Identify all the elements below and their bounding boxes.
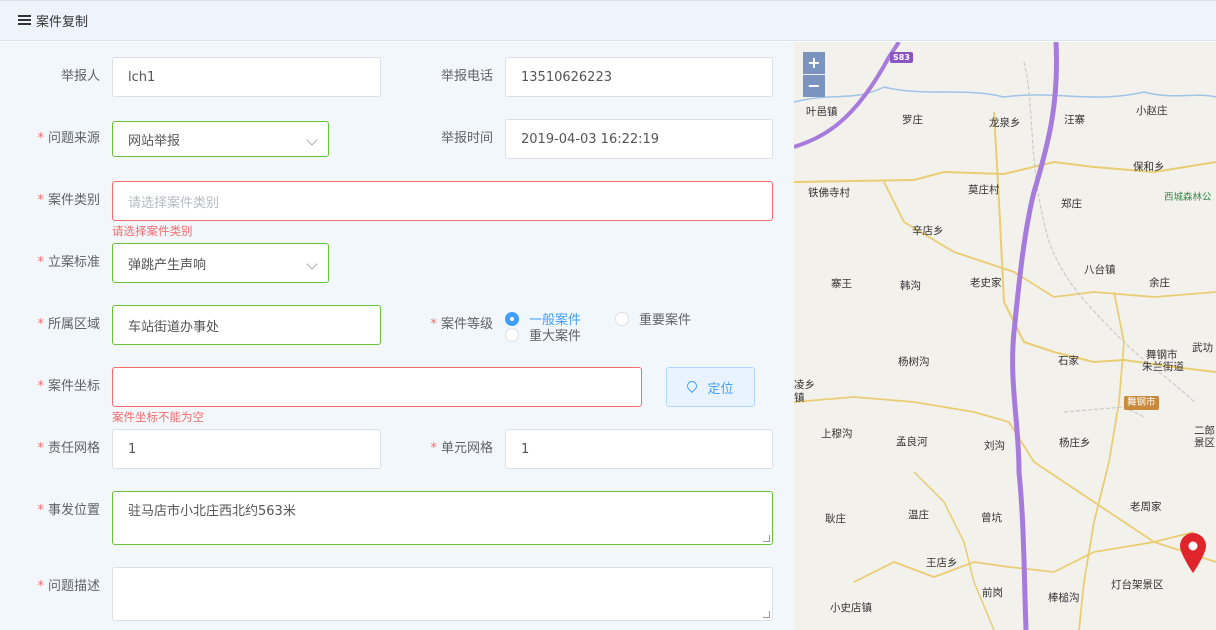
menu-icon[interactable] <box>18 15 31 26</box>
map-place: 老史家 <box>970 277 1002 289</box>
duty-grid-label: * 责任网格 <box>37 441 100 456</box>
map-place: 小赵庄 <box>1136 105 1168 117</box>
location-label: * 事发位置 <box>37 503 100 518</box>
zoom-in-button[interactable]: + <box>803 52 825 74</box>
location-marker-icon[interactable] <box>1178 532 1208 574</box>
map-place: 铁佛寺村 <box>808 187 850 199</box>
coords-error: 案件坐标不能为空 <box>112 410 204 424</box>
resize-handle[interactable] <box>763 535 770 542</box>
map-place: 小史店镇 <box>830 602 872 614</box>
map-place: 叶邑镇 <box>806 106 838 118</box>
map-place: 莫庄村 <box>968 184 1000 196</box>
area-input[interactable]: 车站街道办事处 <box>112 305 381 345</box>
chevron-down-icon <box>306 134 318 146</box>
level-label: * 案件等级 <box>430 317 493 332</box>
source-select[interactable]: 网站举报 <box>112 121 329 157</box>
page-header: 案件复制 <box>0 0 1216 41</box>
map-place: 景区 <box>1194 437 1215 449</box>
category-error: 请选择案件类别 <box>112 224 193 238</box>
map-place: 孟良河 <box>896 436 928 448</box>
map-place: 王店乡 <box>926 557 958 569</box>
map-place: 老周家 <box>1130 501 1162 513</box>
phone-input[interactable]: 13510626223 <box>505 57 773 97</box>
reporter-input[interactable]: lch1 <box>112 57 381 97</box>
coords-label: * 案件坐标 <box>37 379 100 394</box>
radio-dot <box>505 311 519 326</box>
map-place: 灯台架景区 <box>1111 579 1164 591</box>
page-title: 案件复制 <box>36 15 89 30</box>
unit-grid-label: * 单元网格 <box>430 441 493 456</box>
map-place: 八台镇 <box>1084 264 1116 276</box>
map-place: 朱兰街道 <box>1142 361 1184 373</box>
standard-select[interactable]: 弹跳产生声响 <box>112 243 329 283</box>
map-place: 汪寨 <box>1064 114 1085 126</box>
map-place: 镇 <box>794 392 805 404</box>
radio-dot <box>505 327 519 342</box>
category-label: * 案件类别 <box>37 193 100 208</box>
city-badge: 舞钢市 <box>1124 396 1159 410</box>
level-radio-important[interactable]: 重要案件 <box>615 309 691 328</box>
source-value: 网站举报 <box>128 133 181 149</box>
zoom-out-button[interactable]: − <box>803 75 825 97</box>
radio-dot <box>615 311 629 326</box>
map-place: 韩沟 <box>900 280 921 292</box>
map-place: 保和乡 <box>1133 161 1165 173</box>
phone-label: 举报电话 <box>440 69 493 84</box>
map-place: 上穆沟 <box>821 428 853 440</box>
map-place: 辛店乡 <box>912 225 944 237</box>
report-time-input[interactable]: 2019-04-03 16:22:19 <box>505 119 773 159</box>
map-place: 前岗 <box>982 587 1003 599</box>
location-pin-icon <box>685 378 700 394</box>
duty-grid-input[interactable]: 1 <box>112 429 381 469</box>
standard-value: 弹跳产生声响 <box>128 257 207 273</box>
description-label: * 问题描述 <box>37 579 100 594</box>
map-place: 罗庄 <box>902 114 923 126</box>
map-place: 寨王 <box>831 278 852 290</box>
chevron-down-icon <box>306 258 318 270</box>
description-textarea[interactable] <box>112 567 773 621</box>
map-place: 郑庄 <box>1061 198 1082 210</box>
map-place: 武功 <box>1192 342 1213 354</box>
map-place: 温庄 <box>908 509 929 521</box>
map-place: 曾坑 <box>981 512 1002 524</box>
category-input[interactable]: 请选择案件类别 <box>112 181 773 221</box>
resize-handle[interactable] <box>763 611 770 618</box>
map-place: 余庄 <box>1149 277 1170 289</box>
report-time-label: 举报时间 <box>440 131 493 146</box>
map-place: 刘沟 <box>984 440 1005 452</box>
map-place: 杨树沟 <box>898 356 930 368</box>
standard-label: * 立案标准 <box>37 255 100 270</box>
area-label: * 所属区域 <box>37 317 100 332</box>
source-label: * 问题来源 <box>37 131 100 146</box>
map-place: 石家 <box>1058 355 1079 367</box>
map-place: 杨庄乡 <box>1059 437 1091 449</box>
map-place: 耿庄 <box>825 513 846 525</box>
map-place: 西城森林公 <box>1164 192 1212 203</box>
map-roads <box>794 42 1216 630</box>
reporter-label: 举报人 <box>60 69 100 84</box>
highway-badge: S83 <box>890 52 913 63</box>
unit-grid-input[interactable]: 1 <box>505 429 773 469</box>
map-place: 棒槌沟 <box>1048 592 1080 604</box>
map-place: 龙泉乡 <box>989 117 1021 129</box>
location-textarea[interactable]: 驻马店市小北庄西北约563米 <box>112 491 773 545</box>
level-radio-major[interactable]: 重大案件 <box>505 325 581 344</box>
locate-button[interactable]: 定位 <box>666 367 755 407</box>
coords-input[interactable] <box>112 367 642 407</box>
map-view[interactable]: + − S83 舞钢市 叶邑镇 罗庄 龙泉乡 汪寨 小赵庄 保和乡 西城森林公 … <box>794 42 1216 630</box>
